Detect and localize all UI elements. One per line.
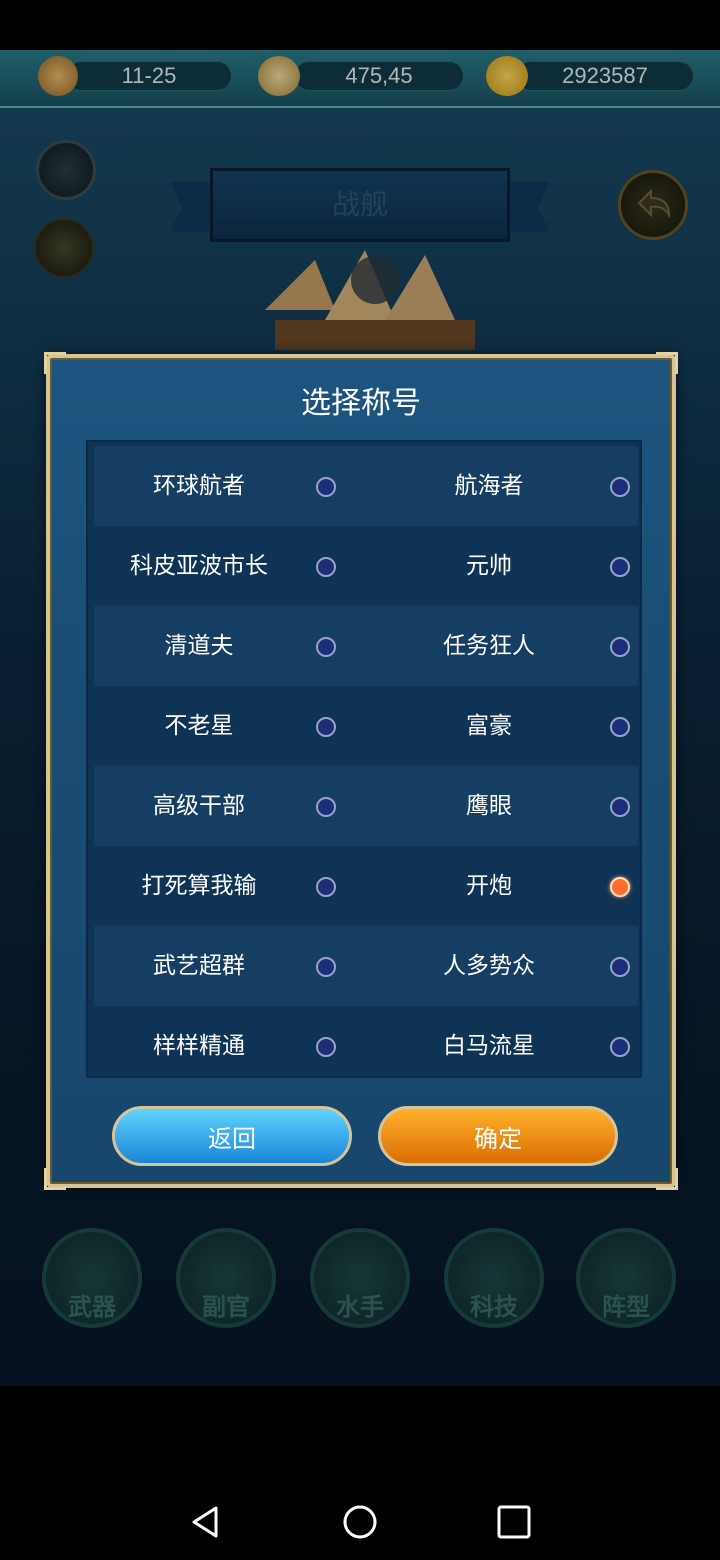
confirm-button[interactable]: 确定: [378, 1106, 618, 1166]
select-title-dialog: 选择称号 环球航者 航海者 科皮亚波市长 元帅 清道夫 任务狂人 不老星 富豪 高级干部 鹰眼 打死…: [44, 352, 678, 1190]
title-row: 科皮亚波市长 元帅: [94, 526, 638, 606]
nav-back-icon[interactable]: [188, 1504, 224, 1540]
title-radio-button[interactable]: [316, 717, 336, 737]
title-option-label[interactable]: 开炮: [384, 846, 594, 926]
title-radio-button[interactable]: [316, 637, 336, 657]
back-button[interactable]: 返回: [112, 1106, 352, 1166]
title-row: 高级干部 鹰眼: [94, 766, 638, 846]
title-option-label[interactable]: 白马流星: [384, 1006, 594, 1076]
title-list[interactable]: 环球航者 航海者 科皮亚波市长 元帅 清道夫 任务狂人 不老星 富豪 高级干部 鹰眼 打死算我输 开炮…: [86, 440, 642, 1078]
title-radio-button[interactable]: [610, 877, 630, 897]
title-row: 打死算我输 开炮: [94, 846, 638, 926]
title-radio-button[interactable]: [610, 957, 630, 977]
title-radio-button[interactable]: [316, 797, 336, 817]
title-option-label[interactable]: 清道夫: [94, 606, 304, 686]
title-radio-button[interactable]: [316, 477, 336, 497]
system-nav-bar: [0, 1386, 720, 1560]
title-option-label[interactable]: 航海者: [384, 446, 594, 526]
title-row: 样样精通 白马流星: [94, 1006, 638, 1076]
title-radio-button[interactable]: [610, 717, 630, 737]
title-option-label[interactable]: 元帅: [384, 526, 594, 606]
title-radio-button[interactable]: [316, 877, 336, 897]
nav-home-icon[interactable]: [342, 1504, 378, 1540]
title-option-label[interactable]: 人多势众: [384, 926, 594, 1006]
nav-recents-icon[interactable]: [496, 1504, 532, 1540]
title-option-label[interactable]: 环球航者: [94, 446, 304, 526]
title-radio-button[interactable]: [316, 1037, 336, 1057]
title-option-label[interactable]: 不老星: [94, 686, 304, 766]
title-option-label[interactable]: 打死算我输: [94, 846, 304, 926]
title-radio-button[interactable]: [610, 797, 630, 817]
title-radio-button[interactable]: [610, 477, 630, 497]
title-radio-button[interactable]: [316, 557, 336, 577]
title-option-label[interactable]: 武艺超群: [94, 926, 304, 1006]
title-radio-button[interactable]: [610, 557, 630, 577]
status-bar: [0, 0, 720, 50]
title-row: 武艺超群 人多势众: [94, 926, 638, 1006]
title-radio-button[interactable]: [610, 1037, 630, 1057]
title-row: 清道夫 任务狂人: [94, 606, 638, 686]
dialog-title: 选择称号: [301, 386, 421, 421]
title-row: 环球航者 航海者: [94, 446, 638, 526]
title-option-label[interactable]: 富豪: [384, 686, 594, 766]
title-row: 不老星 富豪: [94, 686, 638, 766]
title-option-label[interactable]: 鹰眼: [384, 766, 594, 846]
title-option-label[interactable]: 样样精通: [94, 1006, 304, 1076]
title-option-label[interactable]: 科皮亚波市长: [94, 526, 304, 606]
title-radio-button[interactable]: [610, 637, 630, 657]
title-option-label[interactable]: 任务狂人: [384, 606, 594, 686]
title-radio-button[interactable]: [316, 957, 336, 977]
title-option-label[interactable]: 高级干部: [94, 766, 304, 846]
